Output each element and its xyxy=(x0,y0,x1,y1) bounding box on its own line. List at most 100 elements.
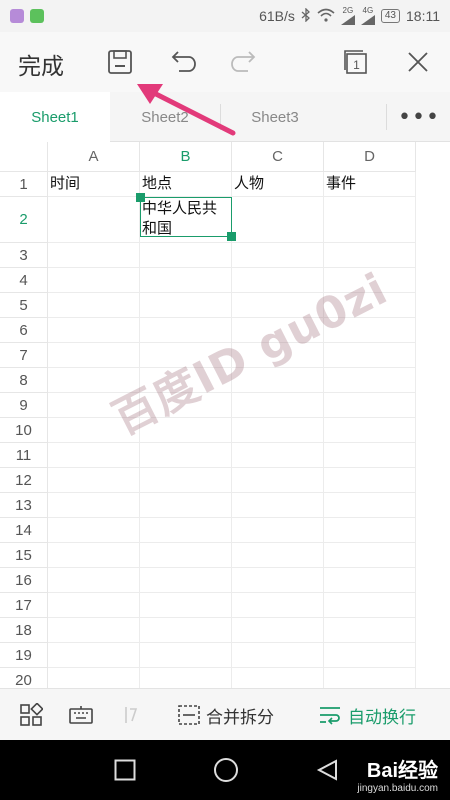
format-icon[interactable] xyxy=(118,701,146,729)
cell-a3[interactable] xyxy=(48,243,140,268)
cell-c18[interactable] xyxy=(232,618,324,643)
back-icon[interactable] xyxy=(316,758,340,786)
cell-b12[interactable] xyxy=(140,468,232,493)
cell-d13[interactable] xyxy=(324,493,416,518)
column-header-a[interactable]: A xyxy=(48,142,140,172)
cell-c3[interactable] xyxy=(232,243,324,268)
row-header-16[interactable]: 16 xyxy=(0,568,48,593)
cell-a17[interactable] xyxy=(48,593,140,618)
cell-d20[interactable] xyxy=(324,668,416,688)
cell-b19[interactable] xyxy=(140,643,232,668)
cell-d9[interactable] xyxy=(324,393,416,418)
cell-d17[interactable] xyxy=(324,593,416,618)
cell-b11[interactable] xyxy=(140,443,232,468)
row-header-3[interactable]: 3 xyxy=(0,243,48,268)
cell-d8[interactable] xyxy=(324,368,416,393)
row-header-4[interactable]: 4 xyxy=(0,268,48,293)
cell-c14[interactable] xyxy=(232,518,324,543)
row-header-13[interactable]: 13 xyxy=(0,493,48,518)
row-header-12[interactable]: 12 xyxy=(0,468,48,493)
cell-a11[interactable] xyxy=(48,443,140,468)
close-icon[interactable] xyxy=(400,44,436,80)
cell-a6[interactable] xyxy=(48,318,140,343)
tab-sheet1[interactable]: Sheet1 xyxy=(0,92,110,142)
done-button[interactable]: 完成 xyxy=(18,47,64,81)
apps-grid-icon[interactable] xyxy=(17,701,45,729)
spreadsheet-grid[interactable]: A B C D 1 时间 地点 人物 事件 2 中华人民共和国 3 4 5 6 7 8 9 10 11 12 13 14 15… xyxy=(0,142,450,688)
row-header-11[interactable]: 11 xyxy=(0,443,48,468)
cell-c16[interactable] xyxy=(232,568,324,593)
row-header-9[interactable]: 9 xyxy=(0,393,48,418)
cell-c10[interactable] xyxy=(232,418,324,443)
row-header-1[interactable]: 1 xyxy=(0,172,48,197)
cell-b4[interactable] xyxy=(140,268,232,293)
cell-b20[interactable] xyxy=(140,668,232,688)
cell-b15[interactable] xyxy=(140,543,232,568)
cell-d11[interactable] xyxy=(324,443,416,468)
cell-b14[interactable] xyxy=(140,518,232,543)
home-icon[interactable] xyxy=(213,757,239,787)
cell-c13[interactable] xyxy=(232,493,324,518)
cell-b17[interactable] xyxy=(140,593,232,618)
cell-a15[interactable] xyxy=(48,543,140,568)
cell-a2[interactable] xyxy=(48,197,140,243)
cell-d1[interactable]: 事件 xyxy=(324,172,416,197)
row-header-8[interactable]: 8 xyxy=(0,368,48,393)
cell-b1[interactable]: 地点 xyxy=(140,172,232,197)
auto-wrap-button[interactable]: 自动换行 xyxy=(318,697,416,733)
column-header-d[interactable]: D xyxy=(324,142,416,172)
cell-b13[interactable] xyxy=(140,493,232,518)
row-header-6[interactable]: 6 xyxy=(0,318,48,343)
cell-b5[interactable] xyxy=(140,293,232,318)
cell-a1[interactable]: 时间 xyxy=(48,172,140,197)
cell-d10[interactable] xyxy=(324,418,416,443)
cell-c9[interactable] xyxy=(232,393,324,418)
row-header-17[interactable]: 17 xyxy=(0,593,48,618)
cell-d14[interactable] xyxy=(324,518,416,543)
cell-d12[interactable] xyxy=(324,468,416,493)
merge-split-button[interactable]: 合并拆分 xyxy=(178,697,274,733)
row-header-7[interactable]: 7 xyxy=(0,343,48,368)
window-switch-icon[interactable]: 1 xyxy=(338,44,374,80)
row-header-10[interactable]: 10 xyxy=(0,418,48,443)
cell-a5[interactable] xyxy=(48,293,140,318)
cell-d18[interactable] xyxy=(324,618,416,643)
cell-d2[interactable] xyxy=(324,197,416,243)
cell-a20[interactable] xyxy=(48,668,140,688)
cell-c15[interactable] xyxy=(232,543,324,568)
recent-apps-icon[interactable] xyxy=(114,759,136,785)
row-header-15[interactable]: 15 xyxy=(0,543,48,568)
cell-a13[interactable] xyxy=(48,493,140,518)
save-icon[interactable] xyxy=(102,44,138,80)
cell-d16[interactable] xyxy=(324,568,416,593)
row-header-20[interactable]: 20 xyxy=(0,668,48,688)
cell-c12[interactable] xyxy=(232,468,324,493)
cell-a12[interactable] xyxy=(48,468,140,493)
row-header-14[interactable]: 14 xyxy=(0,518,48,543)
cell-c1[interactable]: 人物 xyxy=(232,172,324,197)
row-header-2[interactable]: 2 xyxy=(0,197,48,243)
cell-a18[interactable] xyxy=(48,618,140,643)
cell-b3[interactable] xyxy=(140,243,232,268)
cell-d15[interactable] xyxy=(324,543,416,568)
row-header-5[interactable]: 5 xyxy=(0,293,48,318)
cell-a4[interactable] xyxy=(48,268,140,293)
cell-c17[interactable] xyxy=(232,593,324,618)
cell-a19[interactable] xyxy=(48,643,140,668)
cell-c2[interactable] xyxy=(232,197,324,243)
cell-c11[interactable] xyxy=(232,443,324,468)
redo-icon[interactable] xyxy=(226,44,262,80)
cell-a14[interactable] xyxy=(48,518,140,543)
selection-handle-top-left[interactable] xyxy=(136,193,145,202)
select-all-corner[interactable] xyxy=(0,142,48,172)
column-header-b[interactable]: B xyxy=(140,142,232,172)
cell-b18[interactable] xyxy=(140,618,232,643)
column-header-c[interactable]: C xyxy=(232,142,324,172)
cell-a16[interactable] xyxy=(48,568,140,593)
row-header-19[interactable]: 19 xyxy=(0,643,48,668)
cell-d19[interactable] xyxy=(324,643,416,668)
cell-b16[interactable] xyxy=(140,568,232,593)
row-header-18[interactable]: 18 xyxy=(0,618,48,643)
cell-a7[interactable] xyxy=(48,343,140,368)
cell-c19[interactable] xyxy=(232,643,324,668)
